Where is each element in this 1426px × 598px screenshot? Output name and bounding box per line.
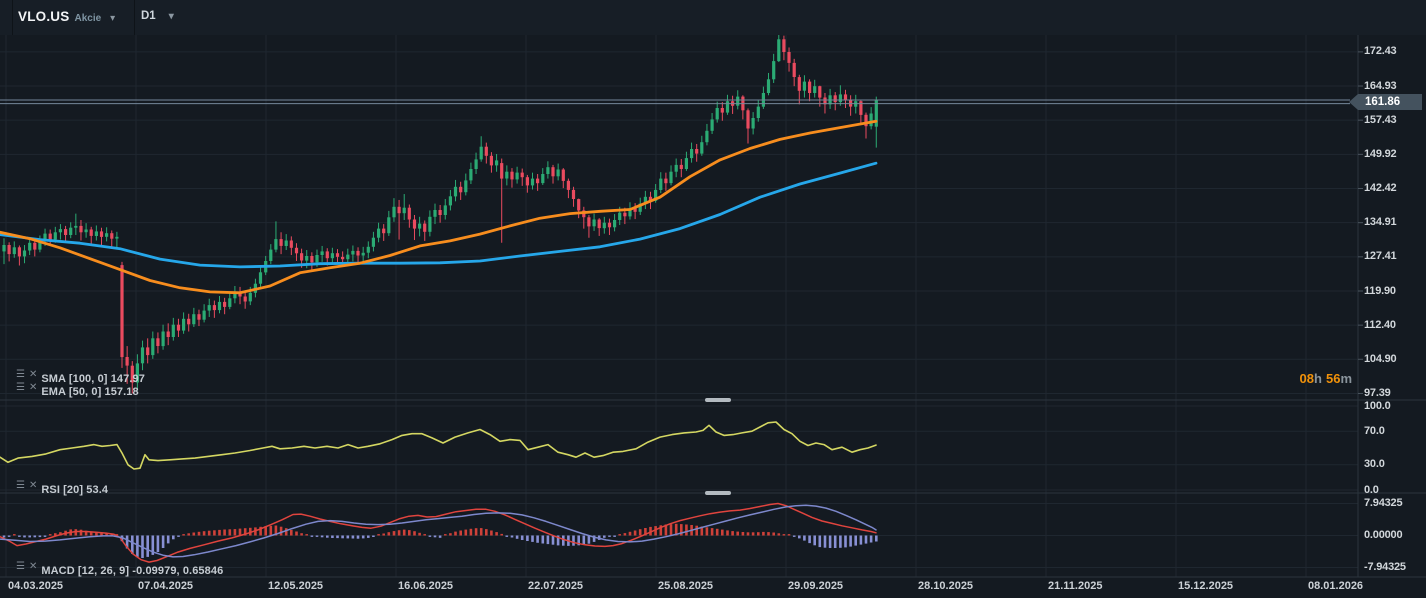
rsi-axis-label: 70.0 [1364,425,1385,437]
time-axis-label: 07.04.2025 [138,580,193,592]
timeframe-selector[interactable]: D1 ▾ [141,10,174,22]
price-axis-label: 172.43 [1364,45,1396,57]
rsi-axis-label: 30.0 [1364,458,1385,470]
toolbar: VLO.US Akcie ▾ D1 ▾ [0,0,1426,35]
time-axis-label: 16.06.2025 [398,580,453,592]
chevron-down-icon: ▾ [169,11,174,22]
time-axis-label: 21.11.2025 [1048,580,1102,592]
macd-axis-label: 0.00000 [1364,529,1402,541]
time-axis-label: 28.10.2025 [918,580,973,592]
price-axis-label: 112.40 [1364,319,1396,331]
indicator-remove-icon[interactable]: ✕ [29,561,37,572]
indicator-remove-icon[interactable]: ✕ [29,382,37,393]
price-axis-label: 104.90 [1364,353,1396,365]
indicator-settings-icon[interactable]: ☰ [16,561,25,572]
price-axis-label: 157.43 [1364,114,1396,126]
chevron-down-icon: ▾ [110,13,115,24]
instrument-selector[interactable]: VLO.US Akcie ▾ [18,8,115,26]
instrument-symbol: VLO.US [18,9,69,24]
price-axis-label: 142.42 [1364,182,1396,194]
legend-sma: ☰✕SMA [100, 0] 147.97 [16,369,145,383]
legend-ema: ☰ ✕ EMA [50, 0] 157.18 [16,382,139,396]
macd-axis-label: 7.94325 [1364,497,1402,509]
legend-rsi-label: RSI [20] 53.4 [41,484,108,496]
current-price-value: 161.86 [1365,96,1400,108]
instrument-market: Akcie [74,13,101,24]
price-axis-label: 97.39 [1364,387,1391,399]
indicator-settings-icon[interactable]: ☰ [16,369,25,380]
time-axis-label: 22.07.2025 [528,580,583,592]
time-axis-label: 12.05.2025 [268,580,323,592]
current-price-badge: 161.86 [1358,94,1422,110]
time-axis-label: 08.01.2026 [1308,580,1363,592]
price-axis-label: 127.41 [1364,250,1396,262]
macd-axis-label: -7.94325 [1364,561,1406,573]
legend-macd: ☰ ✕ MACD [12, 26, 9] -0.09979, 0.65846 [16,561,223,575]
time-axis-label: 04.03.2025 [8,580,63,592]
macd-panel-resize-handle[interactable] [705,491,731,495]
price-axis-label: 149.92 [1364,148,1396,160]
time-axis-label: 29.09.2025 [788,580,843,592]
candle-countdown: 08h56m [1280,371,1356,386]
timeframe-label: D1 [141,10,156,22]
indicator-settings-icon[interactable]: ☰ [16,382,25,393]
price-axis-label: 134.91 [1364,216,1396,228]
time-axis-label: 15.12.2025 [1178,580,1233,592]
price-axis-label: 119.90 [1364,285,1396,297]
legend-rsi: ☰ ✕ RSI [20] 53.4 [16,480,108,494]
indicator-remove-icon[interactable]: ✕ [29,480,37,491]
indicator-remove-icon[interactable]: ✕ [29,369,37,380]
rsi-panel-resize-handle[interactable] [705,398,731,402]
legend-ema-label: EMA [50, 0] 157.18 [41,386,138,398]
price-axis-label: 164.93 [1364,80,1396,92]
legend-macd-label: MACD [12, 26, 9] -0.09979, 0.65846 [41,565,223,577]
rsi-axis-label: 100.0 [1364,400,1391,412]
time-axis-label: 25.08.2025 [658,580,713,592]
chart-window: VLO.USAkcie▾ D1▾ ☰✕SMA [100, 0] 147.97 ☰… [0,0,1426,598]
chart-canvas[interactable] [0,0,1426,598]
rsi-axis-label: 0.0 [1364,484,1379,496]
toolbar-divider [134,0,135,35]
indicator-settings-icon[interactable]: ☰ [16,480,25,491]
toolbar-divider [12,0,13,35]
